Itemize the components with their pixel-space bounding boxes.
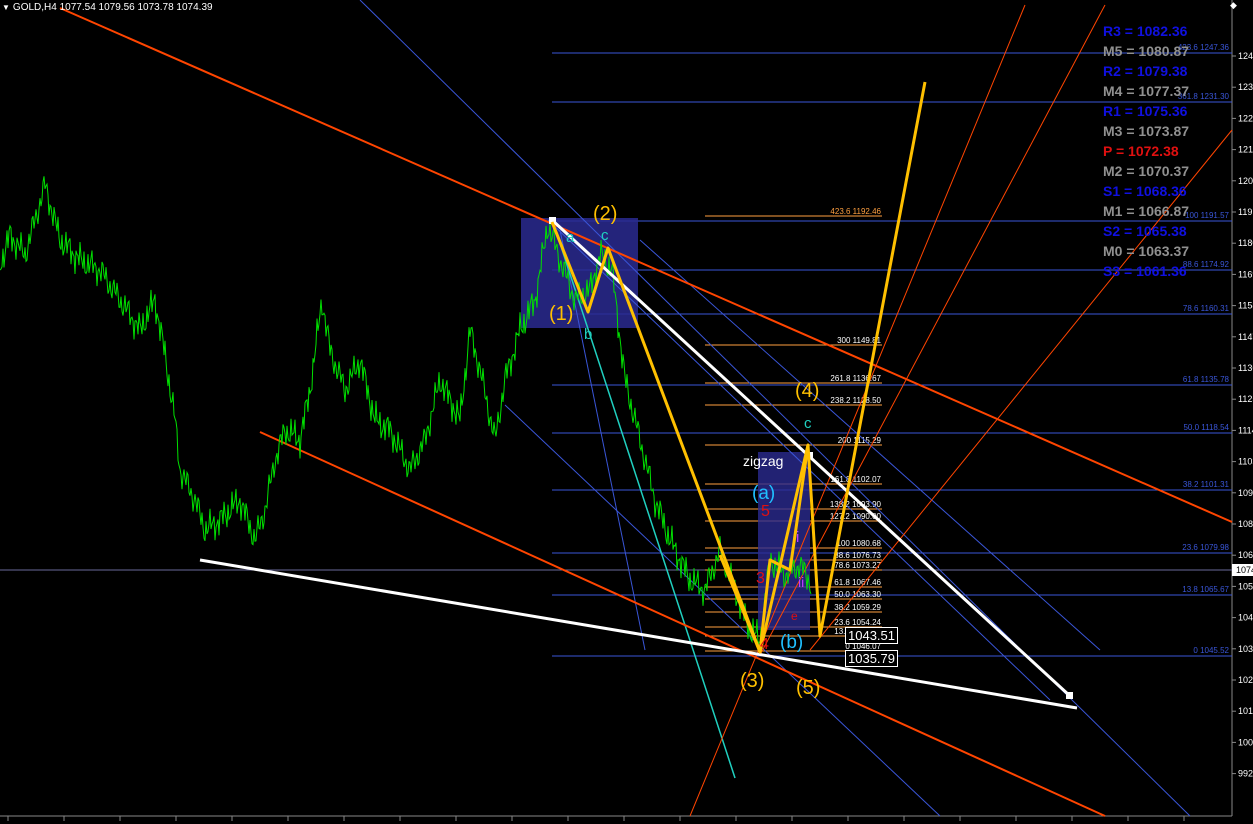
price-label-box: 1035.79: [845, 650, 898, 667]
pivot-level: P = 1072.38: [1103, 143, 1179, 159]
fib-level-label: 23.6 1079.98: [1182, 543, 1229, 552]
price-axis-label: 1147: [1238, 332, 1253, 342]
price-axis-label: 1080: [1238, 519, 1253, 529]
fib-expansion-label: 23.6 1054.24: [834, 618, 881, 627]
pivot-level: S3 = 1061.36: [1103, 263, 1187, 279]
fib-level-label: 61.8 1135.78: [1183, 375, 1230, 384]
price-axis-label: 1213: [1238, 145, 1253, 155]
pivot-level: M0 = 1063.37: [1103, 243, 1190, 259]
price-axis-label: 1202: [1238, 176, 1253, 186]
pivot-level: M5 = 1080.87: [1103, 43, 1190, 59]
fib-level-label: 38.2 1101.31: [1183, 480, 1230, 489]
price-axis-label: 1036: [1238, 644, 1253, 654]
wave-label-wa: (a): [752, 483, 776, 504]
price-label-box: 1043.51: [845, 627, 898, 644]
open-price: 1077.54: [59, 2, 96, 13]
price-axis-label: 1103: [1238, 457, 1253, 467]
wave-label-n4: 4: [760, 636, 769, 653]
corner-marker: ◆: [1230, 0, 1237, 10]
fib-level-label: 100 1191.57: [1185, 211, 1229, 220]
price-axis-label: 1003: [1238, 737, 1253, 747]
wave-label-c: c: [601, 227, 609, 244]
price-axis-label: 1091: [1238, 488, 1253, 498]
price-series: [0, 176, 812, 646]
wave-label-b: b: [584, 326, 593, 343]
price-axis-label: 1025: [1238, 675, 1253, 685]
symbol: GOLD,H4: [12, 2, 57, 13]
wave-label-a: a: [566, 229, 575, 246]
pivot-level: M2 = 1070.37: [1103, 163, 1190, 179]
pivot-level: M3 = 1073.87: [1103, 123, 1190, 139]
price-axis-label: 1169: [1238, 269, 1253, 279]
price-axis-label: 1158: [1238, 301, 1253, 311]
wave-label-n3: 3: [756, 570, 765, 587]
wave-label-w3: (3): [740, 670, 765, 692]
price-axis-label: 1191: [1238, 207, 1253, 217]
wave-label-c4: c: [804, 415, 812, 432]
fib-expansion-label: 61.8 1067.46: [834, 578, 881, 587]
fib-level-label: 13.8 1065.67: [1182, 585, 1229, 594]
price-axis-label: 1058: [1238, 581, 1253, 591]
consolidation-box: [521, 218, 638, 328]
pivot-level: M1 = 1066.87: [1103, 203, 1190, 219]
price-axis-label: 1224: [1238, 113, 1253, 123]
fib-level-label: 0 1045.52: [1193, 646, 1229, 655]
high-price: 1079.56: [98, 2, 135, 13]
price-axis-label: 1136: [1238, 363, 1253, 373]
price-axis-label: 1114: [1238, 425, 1253, 435]
dropdown-icon[interactable]: ▼: [2, 3, 10, 12]
wave-label-w1: (1): [549, 303, 574, 325]
fib-level-label: 78.6 1160.31: [1183, 304, 1230, 313]
fib-expansion-label: 88.6 1076.73: [834, 551, 881, 560]
price-axis-label: 1047: [1238, 613, 1253, 623]
fib-expansion-label: 261.8 1136.67: [830, 374, 881, 383]
current-price-tag-text: 1074: [1236, 565, 1253, 575]
fib-expansion-label: 238.2 1128.50: [830, 396, 881, 405]
orange-channel: [59, 7, 1233, 817]
low-price: 1073.78: [137, 2, 174, 13]
wave-label-zigzag: zigzag: [743, 453, 784, 469]
fib-expansion-label: 100 1080.68: [837, 539, 882, 548]
trend-anchor[interactable]: [1066, 692, 1073, 699]
wave-label-w4: (4): [795, 380, 820, 402]
wave-label-w5: (5): [796, 677, 821, 699]
price-chart[interactable]: 1074 1247 1235 1224 1213 1202 1191 1180 1169 115…: [0, 0, 1253, 824]
wave-label-i: i: [796, 529, 800, 546]
fib-expansion-label: 78.6 1073.27: [834, 561, 881, 570]
price-axis-label: 1247: [1238, 51, 1253, 61]
price-axis-label: 1180: [1238, 238, 1253, 248]
price-axis-label: 1125: [1238, 394, 1253, 404]
pivot-level: S2 = 1065.38: [1103, 223, 1187, 239]
price-axis-label: 1069: [1238, 550, 1253, 560]
pivot-level: R1 = 1075.36: [1103, 103, 1188, 119]
price-axis-label: 992: [1238, 769, 1253, 779]
pivot-level: R3 = 1082.36: [1103, 23, 1188, 39]
chart-header: ▼ GOLD,H4 1077.54 1079.56 1073.78 1074.39: [2, 2, 213, 13]
wave-label-w2: (2): [593, 203, 618, 225]
pivot-level: M4 = 1077.37: [1103, 83, 1190, 99]
close-price: 1074.39: [176, 2, 213, 13]
fib-level-label: 88.6 1174.92: [1183, 260, 1230, 269]
wave-label-e: e: [791, 609, 798, 623]
price-axis-label: 1235: [1238, 82, 1253, 92]
price-axis-label: 1014: [1238, 706, 1253, 716]
wave-label-n5: 5: [761, 503, 770, 520]
wave-label-wb: (b): [780, 632, 804, 653]
wave-label-ii: ii: [798, 574, 805, 590]
pivot-level: S1 = 1068.36: [1103, 183, 1187, 199]
pivot-level: R2 = 1079.38: [1103, 63, 1188, 79]
fib-level-label: 50.0 1118.54: [1183, 423, 1229, 432]
fib-expansion-label: 423.6 1192.46: [830, 207, 881, 216]
